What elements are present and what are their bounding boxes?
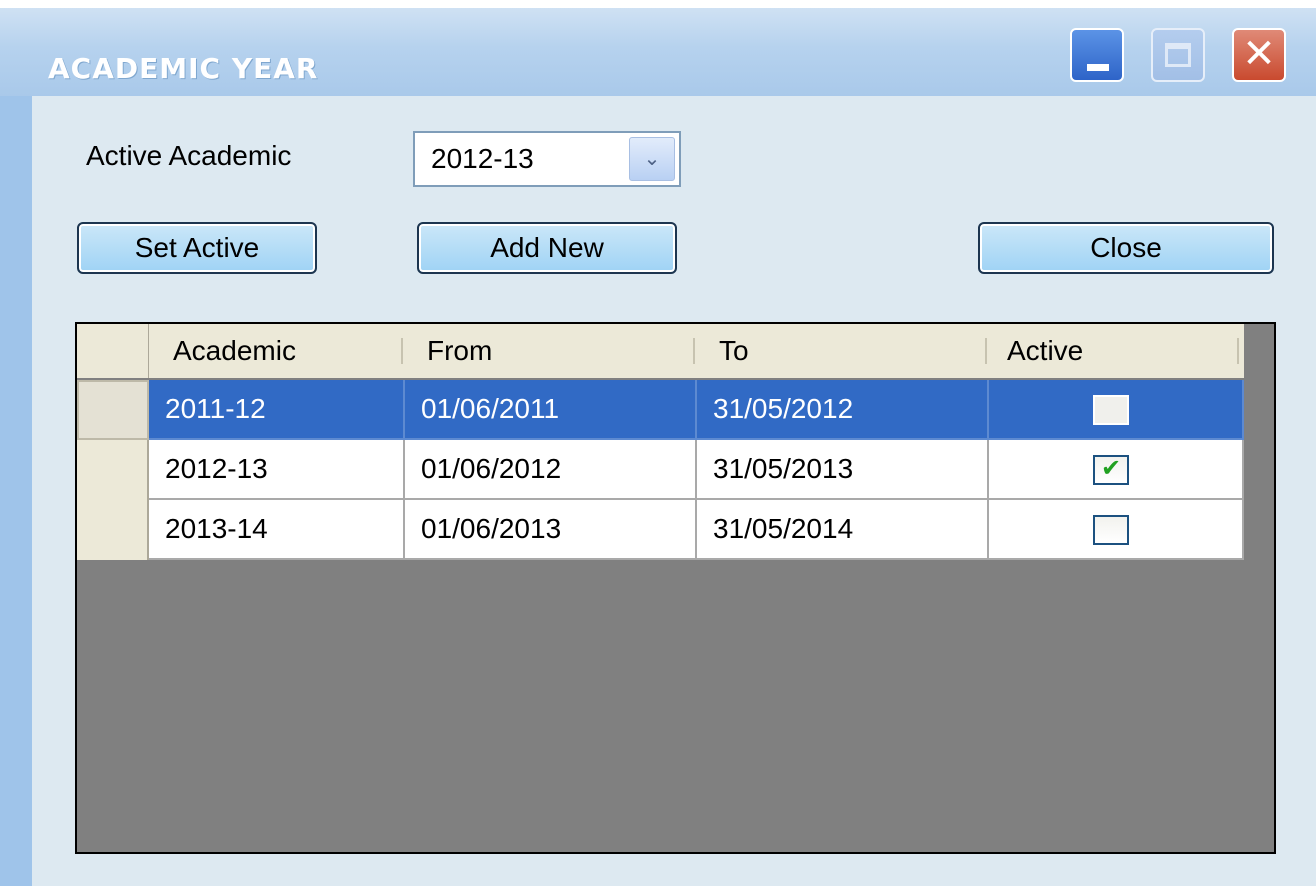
window-close-button[interactable]: ✕	[1232, 28, 1286, 82]
active-checkbox[interactable]	[1093, 515, 1129, 545]
cell-to[interactable]: 31/05/2013	[697, 440, 989, 500]
active-checkbox[interactable]: ✔	[1093, 455, 1129, 485]
cell-from[interactable]: 01/06/2013	[405, 500, 697, 560]
cell-from[interactable]: 01/06/2012	[405, 440, 697, 500]
cell-academic[interactable]: 2011-12	[149, 380, 405, 440]
table-row[interactable]: 2013-14 01/06/2013 31/05/2014	[77, 500, 1244, 560]
chevron-down-icon[interactable]: ⌄	[629, 137, 675, 181]
cell-to[interactable]: 31/05/2012	[697, 380, 989, 440]
close-button[interactable]: Close	[978, 222, 1274, 274]
active-academic-label: Active Academic	[86, 140, 292, 171]
cell-active[interactable]	[989, 380, 1244, 440]
add-new-button[interactable]: Add New	[417, 222, 677, 274]
close-icon: ✕	[1242, 31, 1276, 77]
column-header-to[interactable]: To	[719, 324, 749, 378]
cell-active[interactable]: ✔	[989, 440, 1244, 500]
active-academic-dropdown[interactable]: 2012-13 ⌄	[413, 131, 681, 187]
column-divider[interactable]	[693, 338, 695, 364]
window-title: ACADEMIC YEAR	[48, 52, 319, 85]
column-header-from[interactable]: From	[427, 324, 492, 378]
cell-academic[interactable]: 2013-14	[149, 500, 405, 560]
active-academic-value: 2012-13	[431, 143, 534, 174]
maximize-icon	[1165, 43, 1191, 67]
minimize-icon	[1087, 64, 1109, 71]
table-row[interactable]: 2011-12 01/06/2011 31/05/2012	[77, 380, 1244, 440]
row-header[interactable]	[77, 380, 149, 440]
column-header-active[interactable]: Active	[1007, 324, 1083, 378]
grid-header: Academic From To Active	[77, 324, 1244, 378]
row-header[interactable]	[77, 500, 149, 560]
cell-active[interactable]	[989, 500, 1244, 560]
academic-year-window: ACADEMIC YEAR ✕ Active Academic 2012-13 …	[0, 0, 1316, 886]
column-divider[interactable]	[1237, 338, 1239, 364]
set-active-button[interactable]: Set Active	[77, 222, 317, 274]
academic-year-grid[interactable]: Academic From To Active 2011-12 01/06/20…	[75, 322, 1276, 854]
cell-academic[interactable]: 2012-13	[149, 440, 405, 500]
cell-to[interactable]: 31/05/2014	[697, 500, 989, 560]
grid-corner	[77, 324, 149, 378]
column-header-academic[interactable]: Academic	[173, 324, 296, 378]
column-divider[interactable]	[985, 338, 987, 364]
column-divider[interactable]	[401, 338, 403, 364]
cell-from[interactable]: 01/06/2011	[405, 380, 697, 440]
table-row[interactable]: 2012-13 01/06/2012 31/05/2013 ✔	[77, 440, 1244, 500]
minimize-button[interactable]	[1070, 28, 1124, 82]
maximize-button[interactable]	[1151, 28, 1205, 82]
row-header[interactable]	[77, 440, 149, 500]
active-checkbox[interactable]	[1093, 395, 1129, 425]
